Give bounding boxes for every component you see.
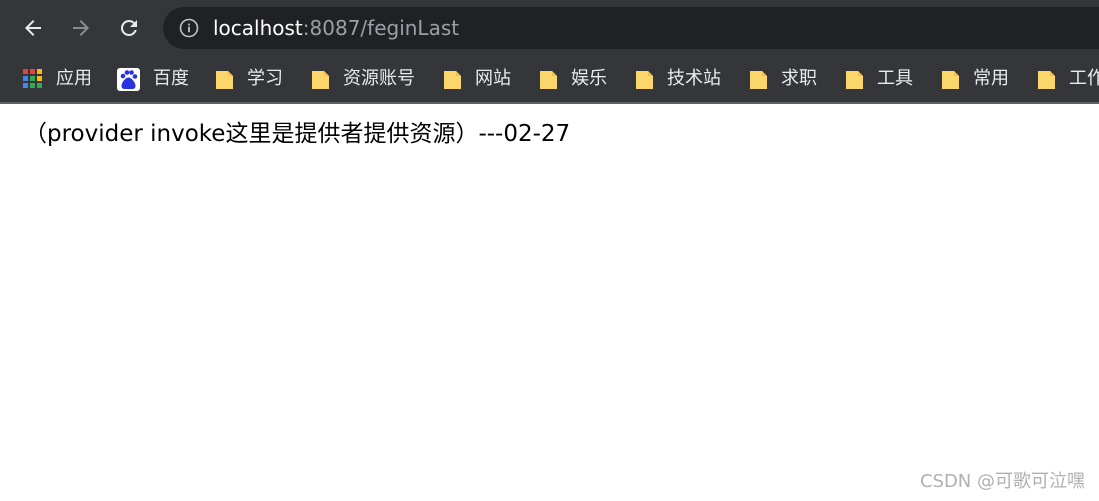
bookmark-label: 网站	[475, 68, 511, 89]
bookmark-folder[interactable]: 学习	[215, 56, 283, 102]
bookmark-folder[interactable]: 技术站	[635, 56, 721, 102]
forward-button[interactable]	[65, 12, 97, 44]
bookmarks-bar: 应用 百度 学习 资源账号 网站 娱乐 技术站 求职 工具 常用 工作	[0, 56, 1099, 104]
bookmark-label: 学习	[247, 68, 283, 89]
bookmark-label: 常用	[973, 68, 1009, 89]
bookmark-baidu[interactable]: 百度	[117, 56, 189, 102]
bookmark-folder[interactable]: 工具	[845, 56, 913, 102]
url-text[interactable]: localhost:8087/feginLast	[213, 16, 459, 40]
bookmark-folder[interactable]: 求职	[749, 56, 817, 102]
bookmark-apps[interactable]: 应用	[23, 56, 92, 102]
browser-toolbar: localhost:8087/feginLast	[0, 0, 1099, 56]
apps-grid-icon	[23, 69, 42, 88]
reload-icon	[120, 19, 137, 36]
folder-icon	[444, 70, 461, 89]
bookmark-folder[interactable]: 网站	[443, 56, 511, 102]
bookmark-label: 工具	[877, 68, 913, 89]
back-arrow-icon	[25, 20, 41, 36]
folder-icon	[540, 70, 557, 89]
url-path: :8087/feginLast	[302, 16, 460, 40]
bookmark-label: 技术站	[667, 68, 721, 89]
url-host: localhost	[213, 16, 303, 40]
bookmark-label: 娱乐	[571, 68, 607, 89]
page-body-text: （provider invoke这里是提供者提供资源）---02-27	[24, 121, 571, 147]
bookmark-folder[interactable]: 常用	[941, 56, 1009, 102]
bookmark-label: 百度	[153, 68, 189, 89]
bookmark-folder[interactable]: 资源账号	[311, 56, 415, 102]
folder-icon	[1038, 70, 1055, 89]
csdn-watermark: CSDN @可歌可泣嘿	[919, 471, 1085, 492]
bookmark-label: 工作	[1069, 68, 1099, 89]
bookmark-folder[interactable]: 工作	[1037, 56, 1099, 102]
folder-icon	[942, 70, 959, 89]
folder-icon	[636, 70, 653, 89]
forward-arrow-icon	[73, 20, 89, 36]
bookmark-label: 资源账号	[343, 68, 415, 89]
address-bar[interactable]: localhost:8087/feginLast	[163, 7, 1099, 49]
folder-icon	[750, 70, 767, 89]
folder-icon	[846, 70, 863, 89]
bookmark-folder[interactable]: 娱乐	[539, 56, 607, 102]
info-icon[interactable]	[179, 18, 199, 38]
reload-button[interactable]	[113, 12, 145, 44]
folder-icon	[216, 70, 233, 89]
folder-icon	[312, 70, 329, 89]
back-button[interactable]	[17, 12, 49, 44]
bookmark-label: 应用	[56, 68, 92, 89]
bookmark-label: 求职	[781, 68, 817, 89]
baidu-icon	[117, 67, 140, 91]
